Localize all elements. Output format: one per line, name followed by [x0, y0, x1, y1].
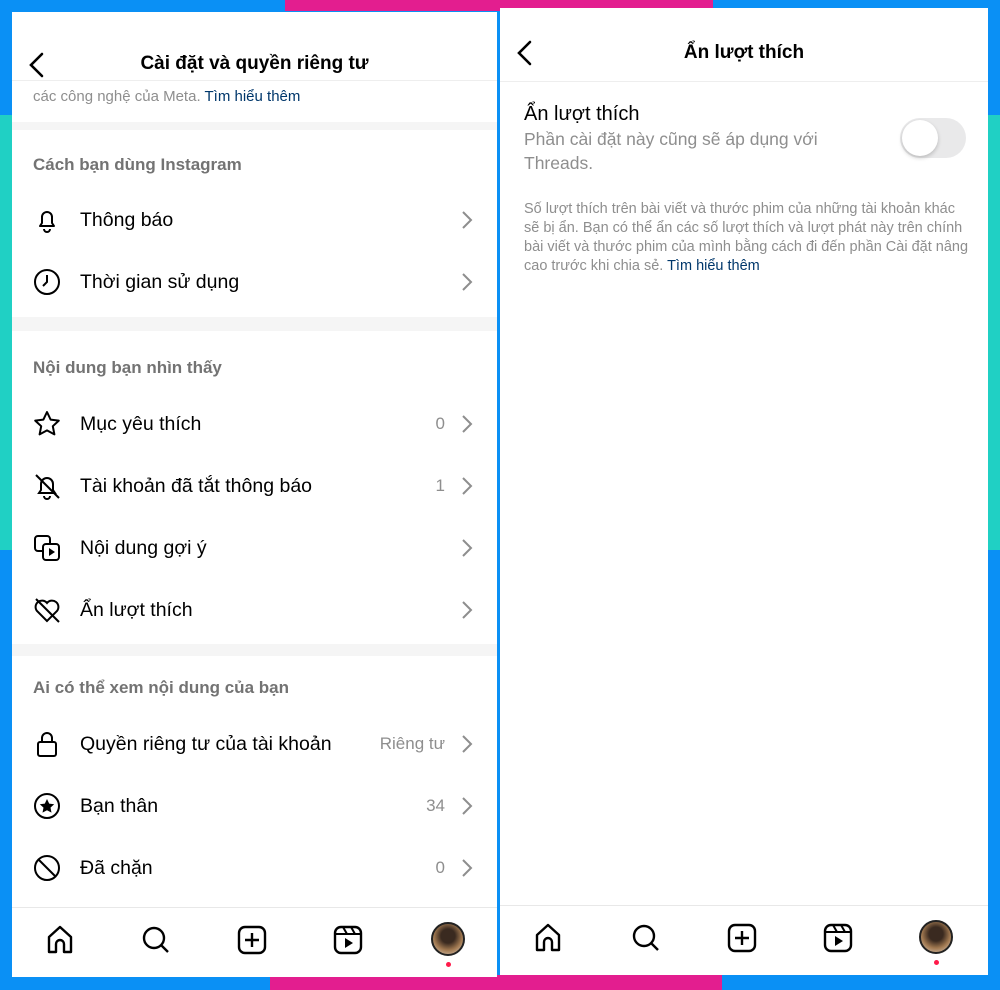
- page-title: Ẩn lượt thích: [683, 42, 805, 63]
- heart-off-icon: [34, 598, 60, 623]
- learn-more-link[interactable]: Tìm hiểu thêm: [205, 88, 301, 105]
- item-value: 0: [435, 858, 445, 877]
- item-value: 34: [426, 796, 445, 815]
- create-icon[interactable]: [726, 922, 758, 954]
- item-label: Đã chặn: [80, 856, 153, 879]
- bottom-nav: [500, 905, 988, 975]
- chevron-right-icon: [462, 735, 473, 753]
- section-header: Ai có thể xem nội dung của bạn: [33, 678, 289, 697]
- reels-icon[interactable]: [822, 922, 854, 954]
- page-title: Cài đặt và quyền riêng tư: [140, 53, 369, 74]
- section-header: Nội dung bạn nhìn thấy: [33, 358, 222, 377]
- create-icon[interactable]: [236, 924, 268, 956]
- bell-icon: [39, 211, 55, 233]
- block-icon: [34, 855, 60, 881]
- item-label: Quyền riêng tư của tài khoản: [80, 732, 332, 755]
- item-value: 0: [435, 414, 445, 433]
- intro-text: các công nghệ của Meta. Tìm hiểu thêm: [33, 88, 301, 105]
- item-label: Thời gian sử dụng: [80, 270, 240, 293]
- settings-item[interactable]: Thời gian sử dụng: [12, 257, 497, 307]
- close-friends-star-icon: [34, 793, 60, 819]
- home-icon[interactable]: [44, 924, 76, 956]
- hide-likes-toggle[interactable]: [900, 118, 966, 158]
- home-icon[interactable]: [532, 922, 564, 954]
- section-header: Cách bạn dùng Instagram: [33, 155, 242, 174]
- item-value: Riêng tư: [379, 734, 445, 753]
- chevron-right-icon: [462, 477, 473, 495]
- settings-item[interactable]: Quyền riêng tư của tài khoản Riêng tư: [12, 719, 497, 769]
- setting-title: Ẩn lượt thích: [524, 103, 640, 125]
- notification-dot: [446, 962, 451, 967]
- settings-item[interactable]: Bạn thân 34: [12, 781, 497, 831]
- item-label: Mục yêu thích: [80, 412, 202, 435]
- teal-strip-right: [988, 115, 1000, 550]
- settings-screen: Cài đặt và quyền riêng tư các công nghệ …: [12, 12, 497, 977]
- chevron-right-icon: [462, 273, 473, 291]
- item-label: Tài khoản đã tắt thông báo: [80, 474, 313, 497]
- settings-item[interactable]: Ẩn lượt thích: [12, 585, 497, 635]
- chevron-right-icon: [462, 415, 473, 433]
- star-icon: [34, 411, 60, 436]
- bell-off-icon: [35, 474, 60, 500]
- settings-item[interactable]: Nội dung gợi ý: [12, 523, 497, 573]
- settings-item[interactable]: Thông báo: [12, 195, 497, 245]
- notification-dot: [934, 960, 939, 965]
- chevron-right-icon: [462, 797, 473, 815]
- clock-icon: [34, 269, 60, 295]
- description: Số lượt thích trên bài viết và thước phi…: [524, 201, 969, 274]
- bottom-nav: [12, 907, 497, 977]
- setting-subtitle: Phần cài đặt này cũng sẽ áp dụng với Thr…: [524, 129, 818, 173]
- chevron-right-icon: [462, 601, 473, 619]
- lock-icon: [37, 732, 57, 757]
- reels-icon[interactable]: [332, 924, 364, 956]
- chevron-right-icon: [462, 859, 473, 877]
- item-label: Bạn thân: [80, 794, 159, 817]
- hide-likes-screen: Ẩn lượt thích Ẩn lượt thích Phần cài đặt…: [500, 8, 988, 975]
- chevron-right-icon: [462, 539, 473, 557]
- settings-item[interactable]: Mục yêu thích 0: [12, 399, 497, 449]
- item-value: 1: [435, 476, 445, 495]
- toggle-knob: [902, 120, 938, 156]
- item-label: Ẩn lượt thích: [80, 598, 193, 621]
- search-icon[interactable]: [140, 924, 172, 956]
- settings-item[interactable]: Tài khoản đã tắt thông báo 1: [12, 461, 497, 511]
- pink-strip-bottom: [270, 975, 722, 990]
- item-label: Nội dung gợi ý: [80, 536, 207, 559]
- profile-avatar[interactable]: [919, 920, 953, 954]
- settings-item[interactable]: Đã chặn 0: [12, 843, 497, 893]
- profile-avatar[interactable]: [431, 922, 465, 956]
- chevron-right-icon: [462, 211, 473, 229]
- item-label: Thông báo: [80, 208, 174, 231]
- learn-more-link[interactable]: Tìm hiểu thêm: [667, 258, 760, 274]
- search-icon[interactable]: [630, 922, 662, 954]
- suggested-content-icon: [34, 535, 60, 561]
